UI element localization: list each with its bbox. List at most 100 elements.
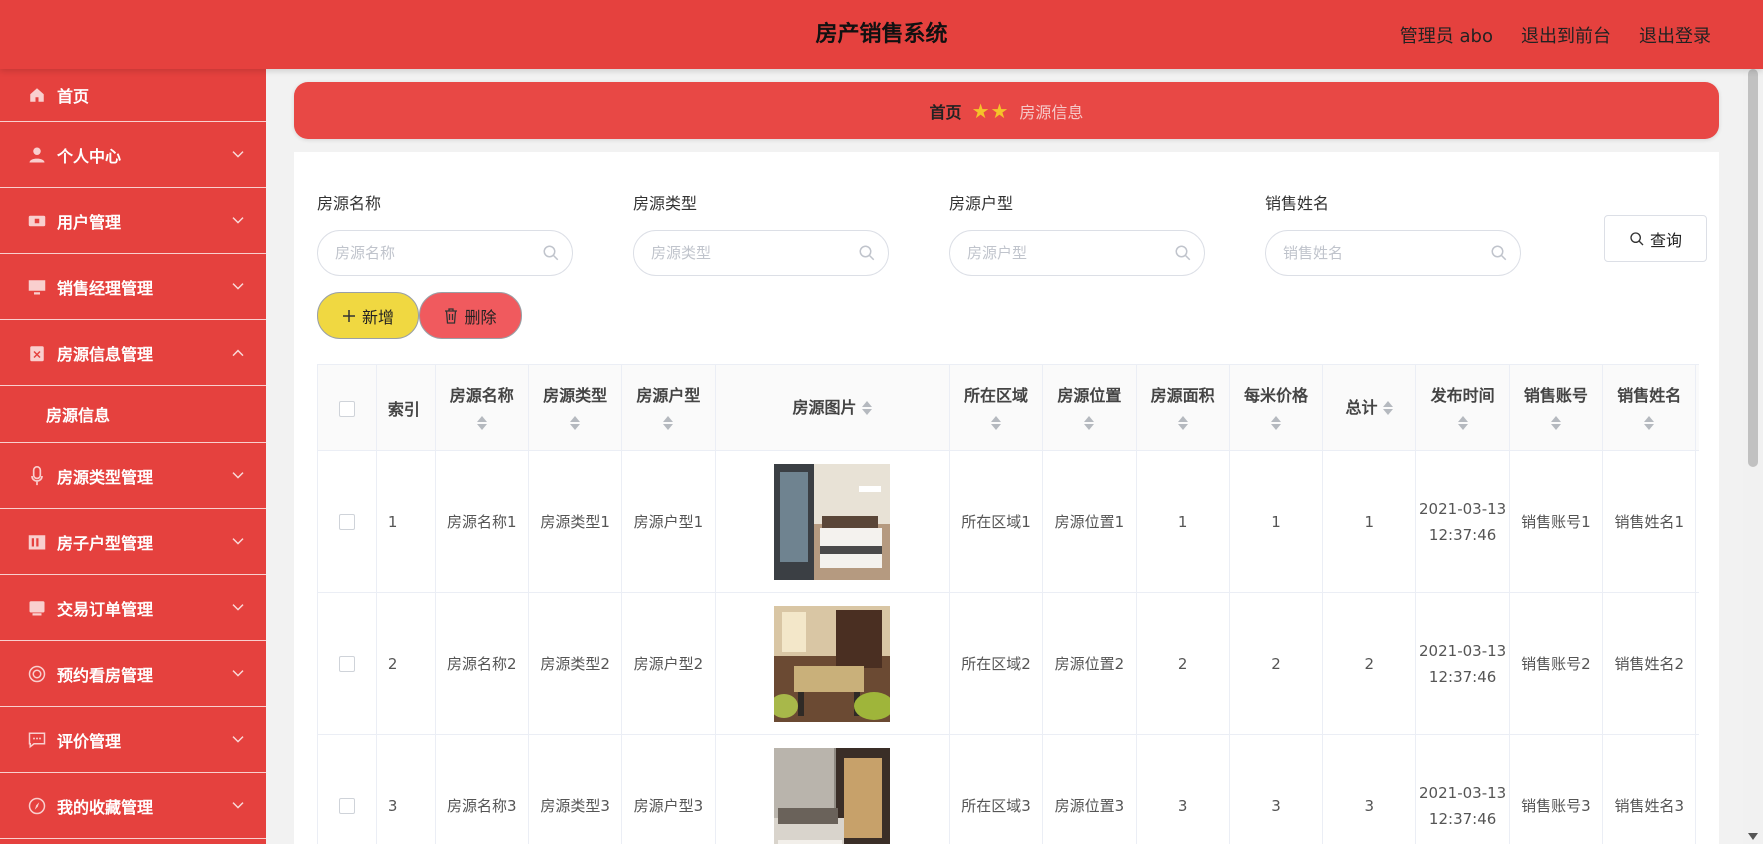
users-icon [27,211,47,231]
comment-icon [27,730,47,750]
sidebar-item-home[interactable]: 首页 [0,69,266,122]
sort-icon[interactable] [1457,415,1468,431]
sidebar-item-favorites-management[interactable]: 我的收藏管理 [0,773,266,839]
property-layout-input[interactable] [950,231,1160,275]
sort-icon[interactable] [1550,415,1561,431]
sidebar-item-viewing-appointment-management[interactable]: 预约看房管理 [0,641,266,707]
sort-icon[interactable] [991,415,1002,431]
sort-icon[interactable] [476,415,487,431]
cell-total: 1 [1322,450,1417,593]
wardrobe-bedroom-photo[interactable] [774,747,891,844]
column-header-property-layout[interactable]: 房源户型 [621,364,716,451]
cell-region: 所在区域1 [948,450,1044,593]
delete-button[interactable]: 删除 [419,292,522,339]
dining-room-photo[interactable] [774,605,891,722]
chevron-down-icon [232,662,244,681]
cell-seller-account: 销售账号2 [1508,592,1604,735]
cell-region: 所在区域2 [948,592,1044,735]
sort-icon[interactable] [1084,415,1095,431]
column-header-seller-name[interactable]: 销售姓名 [1602,364,1697,451]
column-header-property-image[interactable]: 房源图片 [714,364,950,451]
cell-area-size: 1 [1135,450,1230,593]
column-header-property-name[interactable]: 房源名称 [434,364,529,451]
row-checkbox[interactable] [338,656,355,672]
scroll-down-arrow-icon[interactable] [1748,833,1758,840]
plus-icon [342,309,356,323]
sort-icon[interactable] [1270,415,1281,431]
property-name-input[interactable] [318,231,528,275]
sort-icon[interactable] [1644,415,1655,431]
sidebar-item-property-type-management[interactable]: 房源类型管理 [0,443,266,509]
sidebar-item-sales-manager-management[interactable]: 销售经理管理 [0,254,266,320]
filter-property-name: 房源名称 [317,192,573,276]
scrollbar-thumb[interactable] [1748,69,1758,467]
column-header-price-per-meter[interactable]: 每米价格 [1228,364,1324,451]
row-checkbox[interactable] [338,514,355,530]
cell-area-size: 3 [1135,734,1230,844]
filter-property-layout: 房源户型 [949,192,1205,276]
logout-link[interactable]: 退出登录 [1639,22,1711,48]
sidebar-subitem-property-info[interactable]: 房源信息 [0,386,266,443]
bedroom-photo[interactable] [774,463,891,580]
sidebar-item-property-info-management[interactable]: 房源信息管理 [0,320,266,386]
filter-label: 房源名称 [317,194,382,213]
cell-total: 3 [1322,734,1417,844]
cell-property-layout: 房源户型3 [621,734,716,844]
sort-icon[interactable] [570,415,581,431]
select-all-checkbox[interactable] [338,400,355,417]
filter-label: 房源类型 [633,194,698,213]
sidebar-item-house-layout-management[interactable]: 房子户型管理 [0,509,266,575]
user-icon [27,145,47,165]
column-header-location[interactable]: 房源位置 [1042,364,1137,451]
cell-price-per-meter: 2 [1228,592,1324,735]
sidebar-item-review-management[interactable]: 评价管理 [0,707,266,773]
sidebar-item-user-management[interactable]: 用户管理 [0,188,266,254]
sort-icon[interactable] [862,400,873,416]
filter-input-wrapper [317,230,573,276]
home-icon [27,85,47,105]
sidebar-item-order-management[interactable]: 交易订单管理 [0,575,266,641]
cell-property-name: 房源名称3 [434,734,529,844]
sidebar-item-label: 预约看房管理 [57,665,154,685]
cell-publish-time: 2021-03-13 12:37:46 [1415,734,1510,844]
row-checkbox[interactable] [338,798,355,814]
top-bar: 房产销售系统 管理员 abo 退出到前台 退出登录 [0,0,1763,69]
column-header-property-type[interactable]: 房源类型 [527,364,623,451]
cell-index: 3 [375,734,436,844]
breadcrumb-home[interactable]: 首页 [930,99,962,123]
add-button[interactable]: 新增 [317,292,419,339]
sort-icon[interactable] [663,415,674,431]
cell-location: 房源位置3 [1042,734,1137,844]
chevron-down-icon [232,275,244,294]
sort-icon[interactable] [1177,415,1188,431]
cell-region: 所在区域3 [948,734,1044,844]
breadcrumb: 首页 ★★ 房源信息 [294,82,1719,139]
back-to-frontend-link[interactable]: 退出到前台 [1521,22,1611,48]
query-button[interactable]: 查询 [1604,215,1707,262]
admin-user-link[interactable]: 管理员 abo [1400,22,1493,48]
sort-icon[interactable] [1383,400,1394,416]
chevron-down-icon [232,143,244,162]
cell-seller-account: 销售账号3 [1508,734,1604,844]
seller-name-input[interactable] [1266,231,1476,275]
chevron-up-icon [232,341,244,360]
cell-property-layout: 房源户型2 [621,592,716,735]
cell-property-type: 房源类型3 [527,734,623,844]
target-icon [27,664,47,684]
column-header-publish-time[interactable]: 发布时间 [1415,364,1510,451]
column-header-area-size[interactable]: 房源面积 [1135,364,1230,451]
table-row: 3 房源名称3 房源类型3 房源户型3 所在区域3 房源位置3 3 3 3 20… [317,734,1699,844]
select-all-cell [317,364,377,451]
column-header-seller-account[interactable]: 销售账号 [1508,364,1604,451]
search-icon [859,245,875,261]
column-header-total[interactable]: 总计 [1322,364,1417,451]
property-type-input[interactable] [634,231,844,275]
column-header-region[interactable]: 所在区域 [948,364,1044,451]
sidebar-item-personal-center[interactable]: 个人中心 [0,122,266,188]
search-icon [1491,245,1507,261]
cell-publish-time: 2021-03-13 12:37:46 [1415,592,1510,735]
vertical-scrollbar[interactable] [1743,69,1763,844]
sidebar-item-label: 房子户型管理 [57,533,154,553]
content-panel: 房源名称 房源类型 房源户型 [294,152,1719,844]
sidebar: 首页 个人中心 用户管理 销售经理管理 房源信息管理 房源信息 房源类型管理 房… [0,69,266,844]
